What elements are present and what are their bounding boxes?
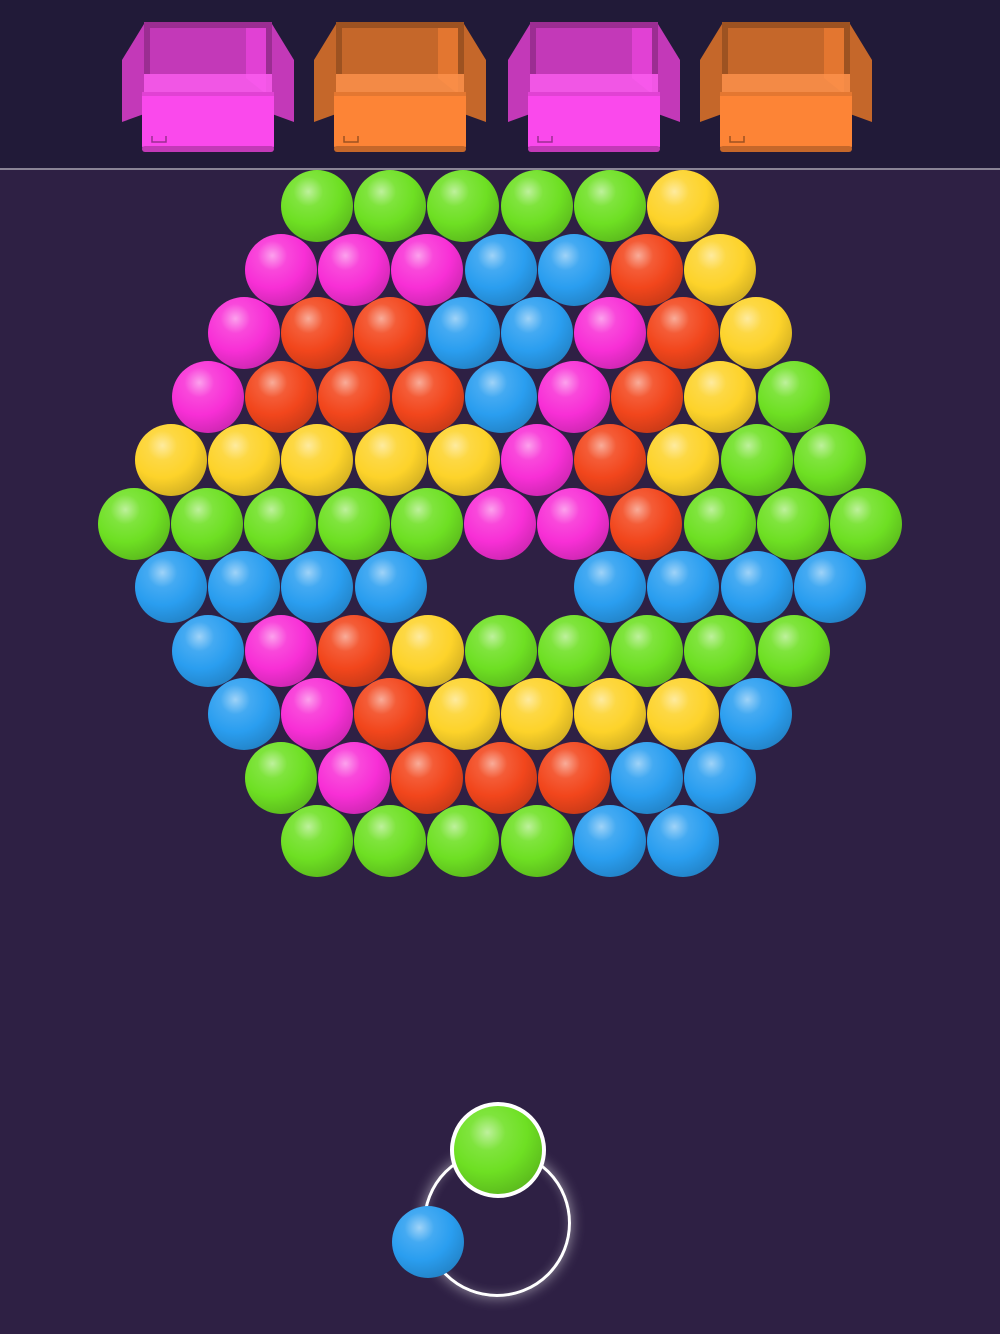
bubble-orange <box>354 297 427 369</box>
bubble-yellow <box>427 424 500 496</box>
bubble-yellow <box>647 678 720 750</box>
bubble-green <box>756 487 829 560</box>
bubble-green <box>720 424 793 496</box>
bubble-blue <box>464 360 537 433</box>
bubble-yellow <box>720 297 793 369</box>
bubble-orange <box>647 297 720 369</box>
bubble-magenta <box>245 614 318 687</box>
bubble-yellow <box>135 424 207 496</box>
bubble-blue <box>720 551 793 623</box>
bubble-orange <box>245 360 318 433</box>
bubble-yellow <box>208 424 281 496</box>
bubble-green <box>500 805 573 877</box>
bubble-yellow <box>647 170 719 242</box>
bubble-orange <box>318 360 391 433</box>
bubble-blue <box>793 551 866 623</box>
bubble-green <box>171 487 244 560</box>
bubble-blue <box>135 551 207 623</box>
bubble-yellow <box>354 424 427 496</box>
bubble-blue <box>500 297 573 369</box>
bubble-green <box>390 487 463 560</box>
bubble-magenta <box>574 297 646 369</box>
bubble-magenta <box>245 233 317 306</box>
bubble-orange <box>281 297 354 369</box>
bubble-green <box>281 805 353 877</box>
bubble-green <box>281 170 353 242</box>
bubble-blue <box>281 551 354 623</box>
bubble-orange <box>391 741 464 814</box>
bubble-green <box>573 170 646 242</box>
bubble-green <box>354 805 427 877</box>
bubble-magenta <box>501 424 573 496</box>
bubble-blue <box>573 805 646 877</box>
bubble-blue <box>647 551 720 623</box>
bubble-yellow <box>281 424 354 496</box>
bubble-blue <box>354 551 427 623</box>
bubble-green <box>757 614 830 687</box>
bubble-green <box>830 487 902 560</box>
bubble-green <box>427 170 500 242</box>
bubble-blue <box>684 741 757 814</box>
bubble-green <box>757 360 830 433</box>
bubble-yellow <box>427 678 500 750</box>
bubble-blue <box>208 551 281 623</box>
bubble-blue <box>720 678 793 750</box>
bubble-yellow <box>574 678 646 750</box>
bubble-green <box>244 487 317 560</box>
bubble-orange <box>354 678 427 750</box>
bubble-blue <box>647 805 719 877</box>
bubble-yellow <box>500 678 573 750</box>
bubble-magenta <box>391 233 464 306</box>
bubble-orange <box>611 360 684 433</box>
next-ball[interactable] <box>392 1206 464 1278</box>
bubble-green <box>538 614 610 687</box>
current-ball[interactable] <box>450 1102 546 1198</box>
bubble-green <box>793 424 866 496</box>
bubble-yellow <box>684 360 757 433</box>
bubble-magenta <box>538 360 610 433</box>
game-screen <box>0 0 1000 1334</box>
bubble-magenta <box>208 297 280 369</box>
bubble-yellow <box>647 424 720 496</box>
bubble-orange <box>537 741 610 814</box>
bubble-magenta <box>464 487 536 560</box>
bubble-orange <box>611 233 683 306</box>
bubble-blue <box>172 614 244 687</box>
bubble-magenta <box>318 233 391 306</box>
bubble-orange <box>464 741 537 814</box>
bubble-green <box>464 614 537 687</box>
bubble-orange <box>610 487 683 560</box>
bubble-yellow <box>684 233 757 306</box>
bubble-green <box>611 614 684 687</box>
bubble-blue <box>208 678 280 750</box>
bubble-green <box>500 170 573 242</box>
bubble-orange <box>574 424 647 496</box>
bubble-blue <box>574 551 647 623</box>
bubble-blue <box>537 233 610 306</box>
bubble-green <box>683 487 756 560</box>
bubble-blue <box>464 233 537 306</box>
bubble-orange <box>391 360 464 433</box>
bubble-green <box>317 487 390 560</box>
bubble-blue <box>427 297 500 369</box>
bubble-magenta <box>281 678 354 750</box>
bubble-magenta <box>537 487 610 560</box>
bubble-magenta <box>318 741 391 814</box>
bubble-orange <box>318 614 391 687</box>
bubble-magenta <box>172 360 244 433</box>
bubble-green <box>245 741 317 814</box>
bubble-green <box>684 614 757 687</box>
bubble-yellow <box>391 614 464 687</box>
bubble-blue <box>611 741 683 814</box>
bubble-green <box>427 805 500 877</box>
bubble-green <box>354 170 427 242</box>
bubble-green <box>98 487 170 560</box>
